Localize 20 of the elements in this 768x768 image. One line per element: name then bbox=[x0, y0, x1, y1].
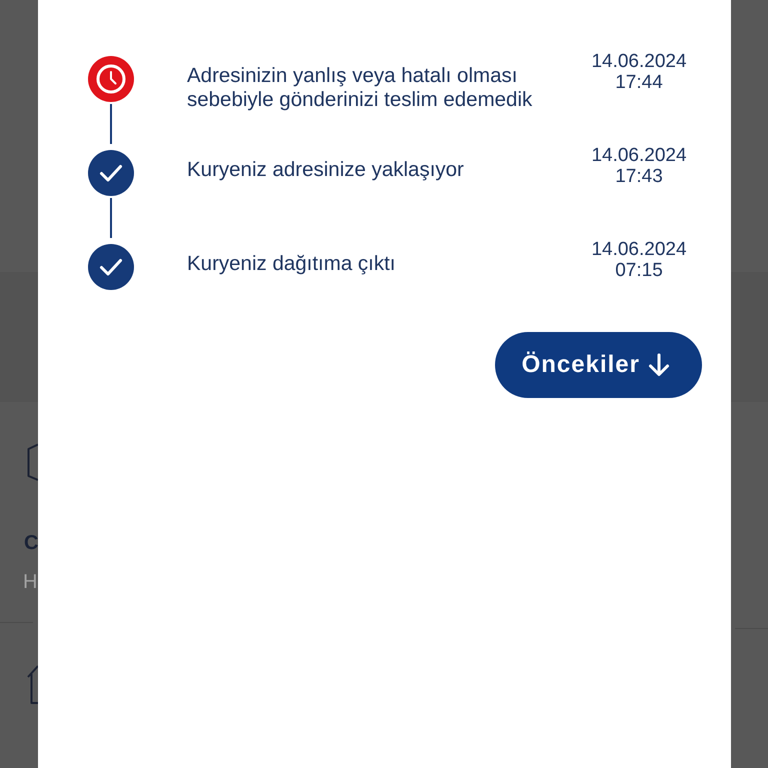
house-icon bbox=[27, 664, 38, 704]
box-icon bbox=[27, 443, 38, 481]
event-time: 17:43 bbox=[615, 166, 663, 187]
arrow-down-icon bbox=[648, 353, 670, 377]
backdrop-title: C bbox=[24, 531, 38, 555]
timeline-line bbox=[110, 198, 112, 238]
event-time: 07:15 bbox=[615, 260, 663, 281]
event-description: Adresinizin yanlış veya hatalı olması sebebiyle gönderinizi teslim edemedik bbox=[187, 63, 534, 112]
event-time: 17:44 bbox=[615, 72, 663, 93]
timeline-line bbox=[110, 104, 112, 144]
previous-events-button[interactable]: Öncekiler bbox=[494, 332, 702, 398]
event-date: 14.06.2024 bbox=[591, 51, 687, 72]
event-date: 14.06.2024 bbox=[591, 239, 687, 260]
backdrop-subtitle: H bbox=[23, 571, 38, 593]
event-description: Kuryeniz adresinize yaklaşıyor bbox=[187, 157, 465, 182]
clock-icon bbox=[88, 56, 134, 102]
check-icon bbox=[88, 244, 134, 290]
event-description: Kuryeniz dağıtıma çıktı bbox=[187, 251, 397, 276]
event-date: 14.06.2024 bbox=[591, 145, 687, 166]
check-icon bbox=[88, 150, 134, 196]
